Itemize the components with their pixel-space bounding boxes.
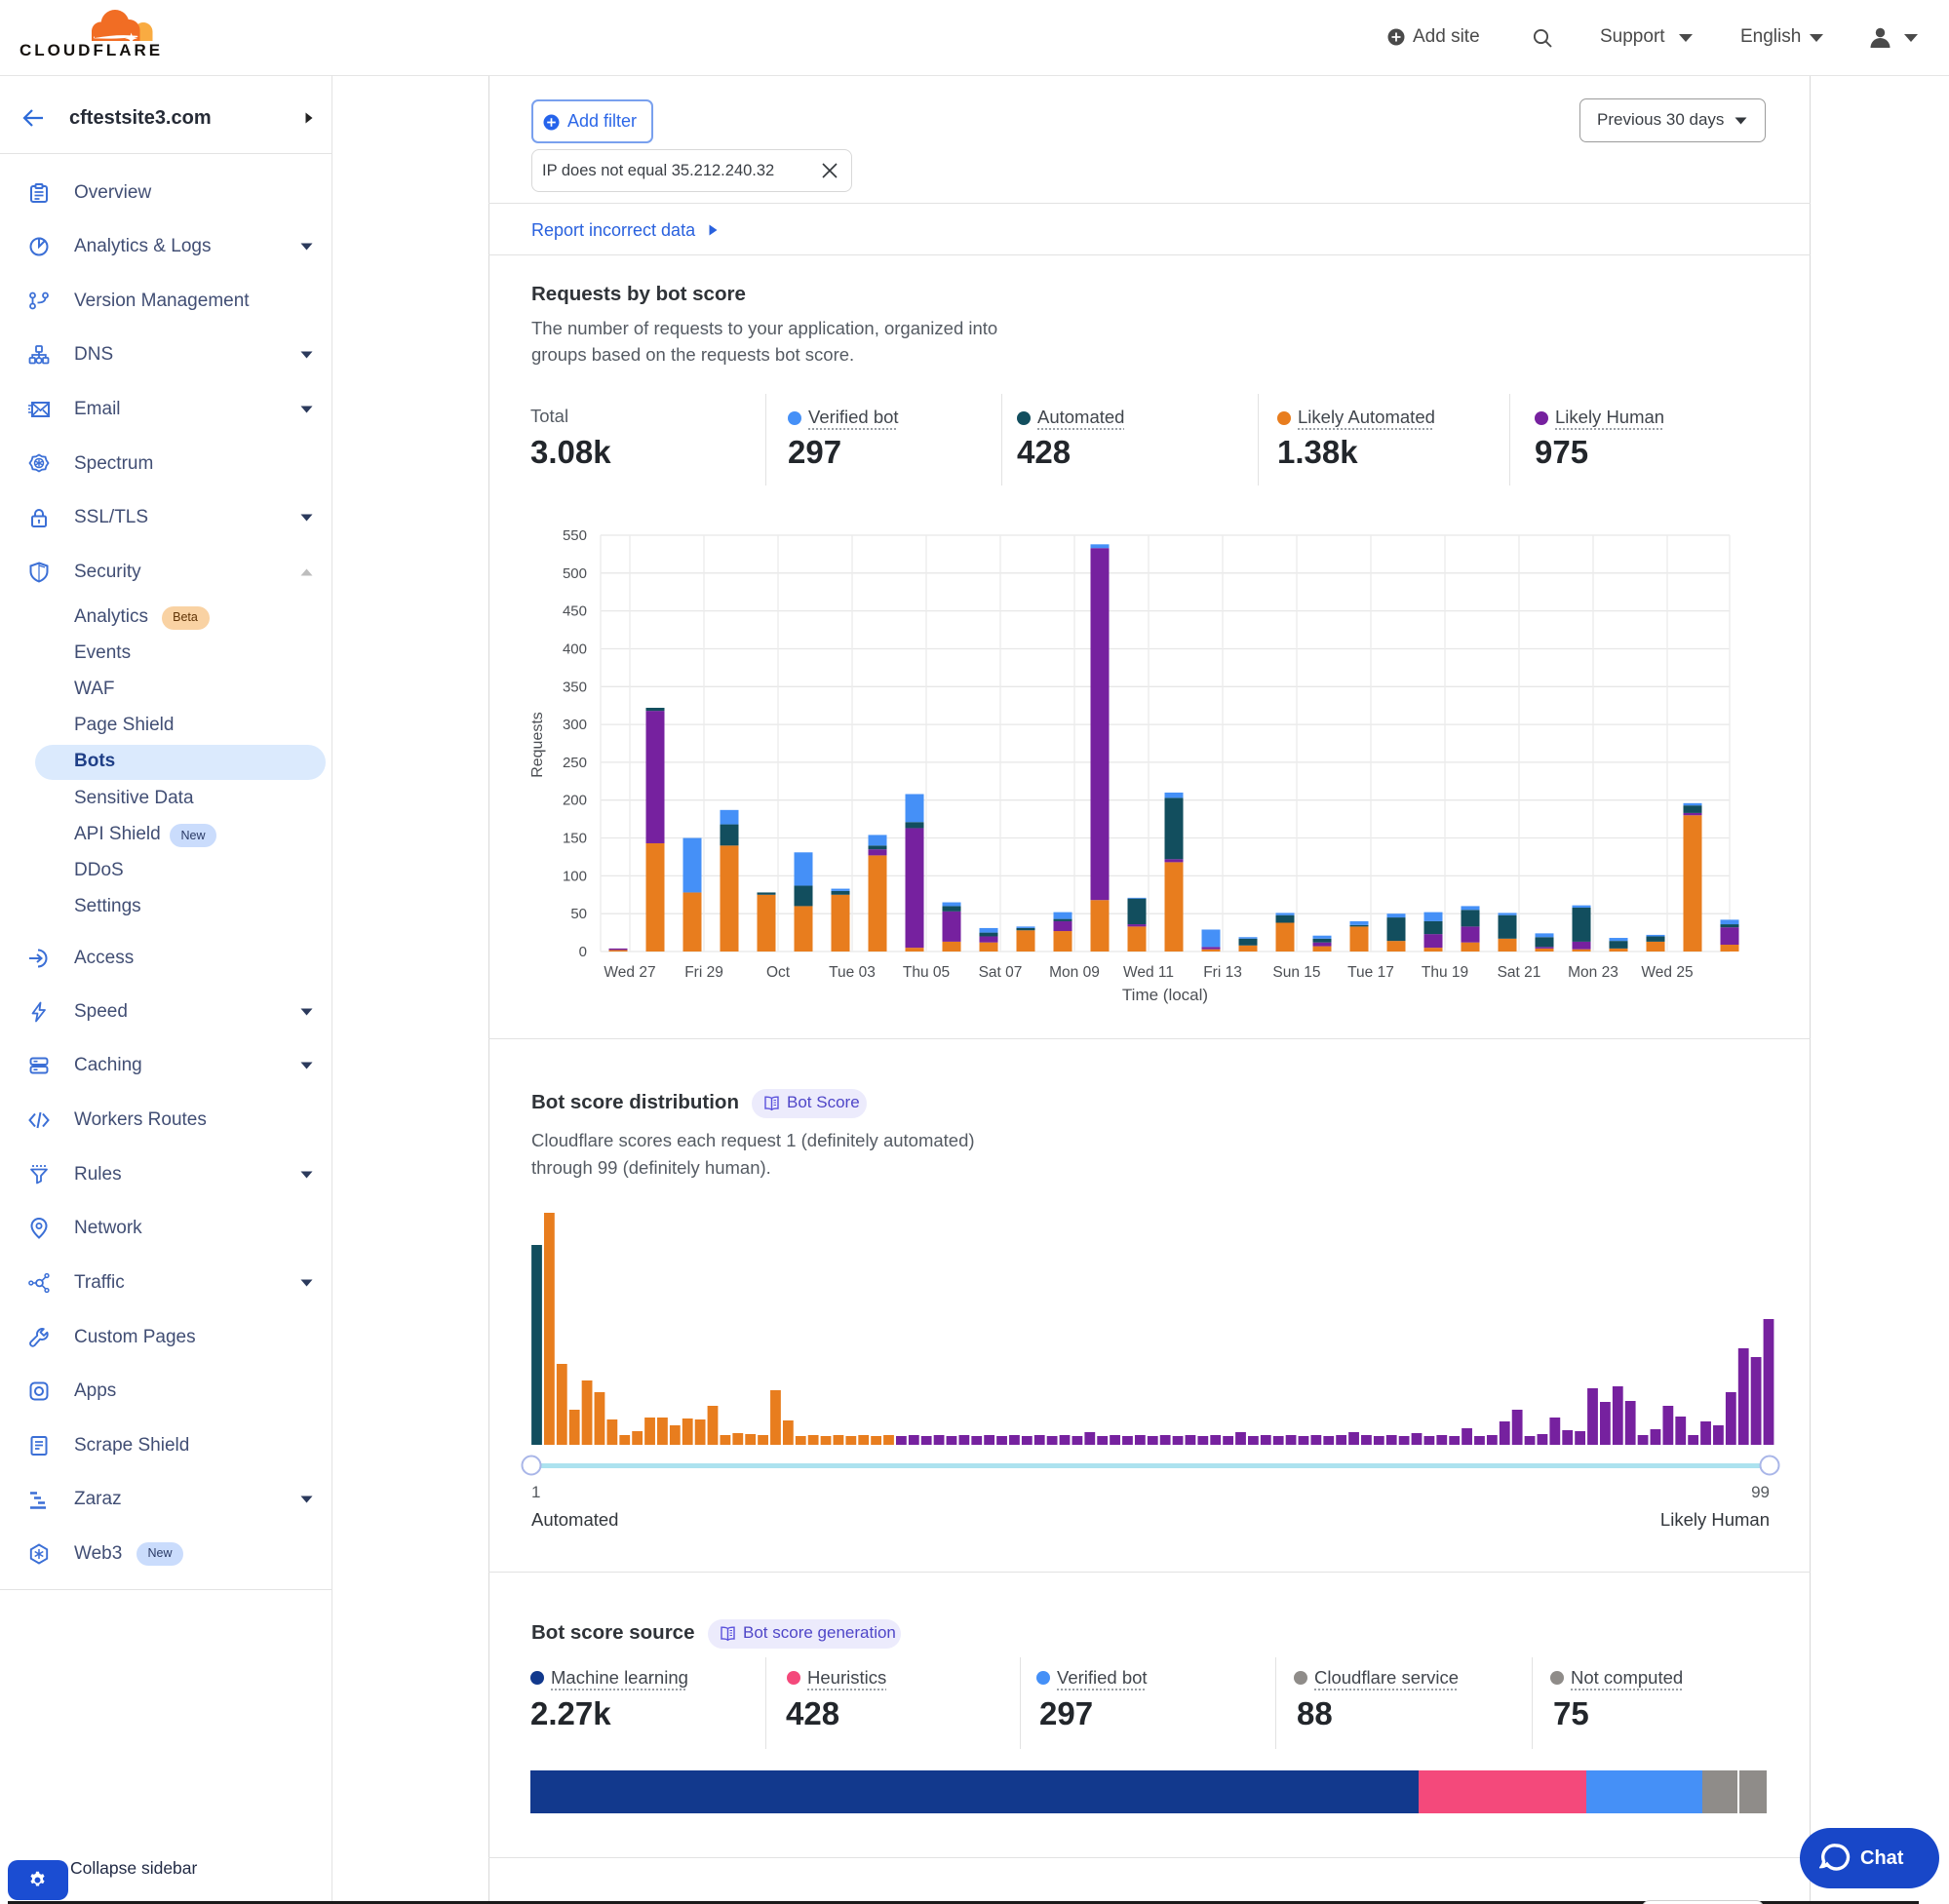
svg-text:200: 200 bbox=[563, 793, 587, 809]
svg-text:99: 99 bbox=[1751, 1483, 1770, 1501]
svg-text:Time (local): Time (local) bbox=[1122, 986, 1208, 1004]
svg-text:Sat 07: Sat 07 bbox=[979, 964, 1023, 981]
svg-text:Likely Human: Likely Human bbox=[1660, 1509, 1770, 1530]
svg-text:Mon 09: Mon 09 bbox=[1049, 964, 1100, 981]
svg-text:Tue 03: Tue 03 bbox=[829, 964, 876, 981]
svg-text:Thu 05: Thu 05 bbox=[903, 964, 950, 981]
svg-text:Automated: Automated bbox=[531, 1509, 618, 1530]
svg-text:350: 350 bbox=[563, 679, 587, 695]
svg-text:300: 300 bbox=[563, 717, 587, 733]
svg-text:Requests: Requests bbox=[529, 712, 546, 778]
svg-text:400: 400 bbox=[563, 641, 587, 658]
svg-text:Sun 15: Sun 15 bbox=[1272, 964, 1320, 981]
svg-text:Tue 17: Tue 17 bbox=[1347, 964, 1394, 981]
svg-text:500: 500 bbox=[563, 565, 587, 582]
svg-text:Wed 11: Wed 11 bbox=[1123, 964, 1174, 981]
svg-text:550: 550 bbox=[563, 527, 587, 544]
svg-text:0: 0 bbox=[579, 944, 587, 960]
svg-text:50: 50 bbox=[570, 906, 587, 922]
svg-text:Fri 13: Fri 13 bbox=[1203, 964, 1242, 981]
svg-text:Thu 19: Thu 19 bbox=[1422, 964, 1468, 981]
svg-text:Fri 29: Fri 29 bbox=[684, 964, 723, 981]
svg-text:250: 250 bbox=[563, 755, 587, 771]
svg-text:450: 450 bbox=[563, 603, 587, 620]
svg-text:100: 100 bbox=[563, 868, 587, 884]
svg-text:1: 1 bbox=[531, 1483, 540, 1501]
svg-text:Oct: Oct bbox=[766, 964, 791, 981]
svg-text:Sat 21: Sat 21 bbox=[1498, 964, 1541, 981]
svg-text:Wed 25: Wed 25 bbox=[1641, 964, 1693, 981]
svg-text:Mon 23: Mon 23 bbox=[1568, 964, 1618, 981]
svg-text:150: 150 bbox=[563, 831, 587, 847]
svg-text:Wed 27: Wed 27 bbox=[604, 964, 655, 981]
